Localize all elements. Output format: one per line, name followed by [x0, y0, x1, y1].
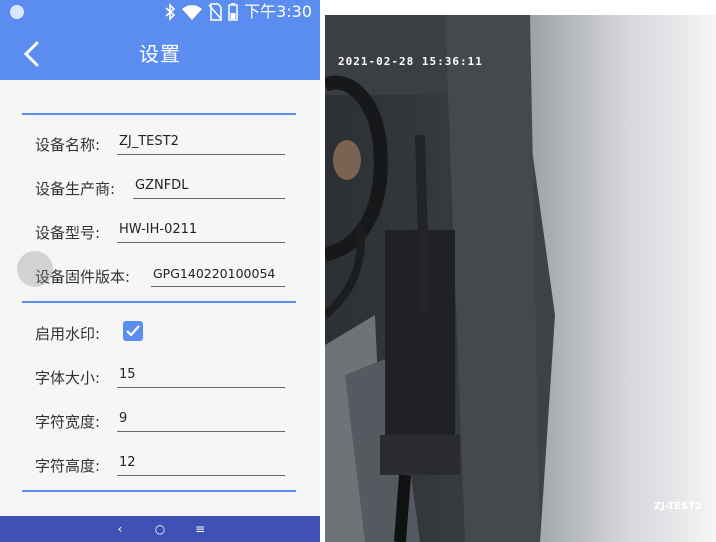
app-bar: 设置: [0, 25, 320, 80]
nav-home-icon: ○: [154, 522, 166, 536]
touch-indicator: [17, 251, 53, 287]
device-name-row: 设备名称: ZJ_TEST2: [35, 128, 297, 158]
enable-watermark-checkbox[interactable]: [123, 321, 143, 341]
manufacturer-label: 设备生产商:: [35, 180, 116, 198]
device-model-row: 设备型号: HW-IH-0211: [35, 216, 297, 246]
page-title: 设置: [139, 42, 181, 66]
device-name-field[interactable]: ZJ_TEST2: [117, 132, 285, 155]
char-height-label: 字符高度:: [35, 457, 101, 475]
section-divider: [22, 113, 296, 115]
camera-watermark: ZJ-TEST2: [653, 501, 702, 512]
battery-icon: [228, 3, 238, 21]
nav-back-icon: ‹: [117, 522, 123, 536]
settings-content: 设备名称: ZJ_TEST2 设备生产商: GZNFDL 设备型号: HW-IH…: [0, 80, 320, 516]
firmware-row: 设备固件版本: GPG140220100054: [35, 260, 297, 290]
camera-preview: 2021-02-28 15:36:11 ZJ-TEST2: [325, 15, 716, 542]
section-divider: [22, 490, 296, 492]
font-size-label: 字体大小:: [35, 369, 101, 387]
nav-menu-icon: ≡: [194, 522, 206, 536]
status-time: 下午3:30: [244, 2, 312, 21]
camera-image: [325, 15, 716, 542]
font-size-field[interactable]: 15: [117, 365, 285, 388]
settings-phone-screen: 下午3:30 设置 设备名称: ZJ_TEST2 设备生产商: GZNFDL 设…: [0, 0, 320, 542]
device-name-label: 设备名称:: [35, 136, 101, 154]
nav-menu-button[interactable]: ≡: [191, 520, 209, 538]
camera-timestamp: 2021-02-28 15:36:11: [338, 55, 483, 68]
enable-watermark-row: 启用水印:: [35, 317, 297, 347]
no-sim-icon: [208, 3, 223, 21]
device-model-field[interactable]: HW-IH-0211: [117, 220, 285, 243]
char-height-row: 字符高度: 12: [35, 449, 297, 479]
manufacturer-row: 设备生产商: GZNFDL: [35, 172, 297, 202]
enable-watermark-label: 启用水印:: [35, 325, 101, 343]
char-height-field[interactable]: 12: [117, 453, 285, 476]
system-nav-bar: ‹ ○ ≡: [0, 516, 320, 542]
nav-back-button[interactable]: ‹: [111, 520, 129, 538]
status-bar: 下午3:30: [0, 0, 320, 25]
section-divider: [22, 301, 296, 303]
status-icons: 下午3:30: [164, 2, 312, 22]
checkmark-icon: [126, 325, 140, 337]
font-size-row: 字体大小: 15: [35, 361, 297, 391]
char-width-field[interactable]: 9: [117, 409, 285, 432]
device-model-label: 设备型号:: [35, 224, 101, 242]
nav-home-button[interactable]: ○: [151, 520, 169, 538]
char-width-row: 字符宽度: 9: [35, 405, 297, 435]
notification-icon: [10, 5, 24, 19]
firmware-field[interactable]: GPG140220100054: [151, 264, 285, 287]
wifi-icon: [182, 5, 203, 20]
bluetooth-icon: [165, 3, 176, 21]
char-width-label: 字符宽度:: [35, 413, 101, 431]
manufacturer-field[interactable]: GZNFDL: [133, 176, 285, 199]
